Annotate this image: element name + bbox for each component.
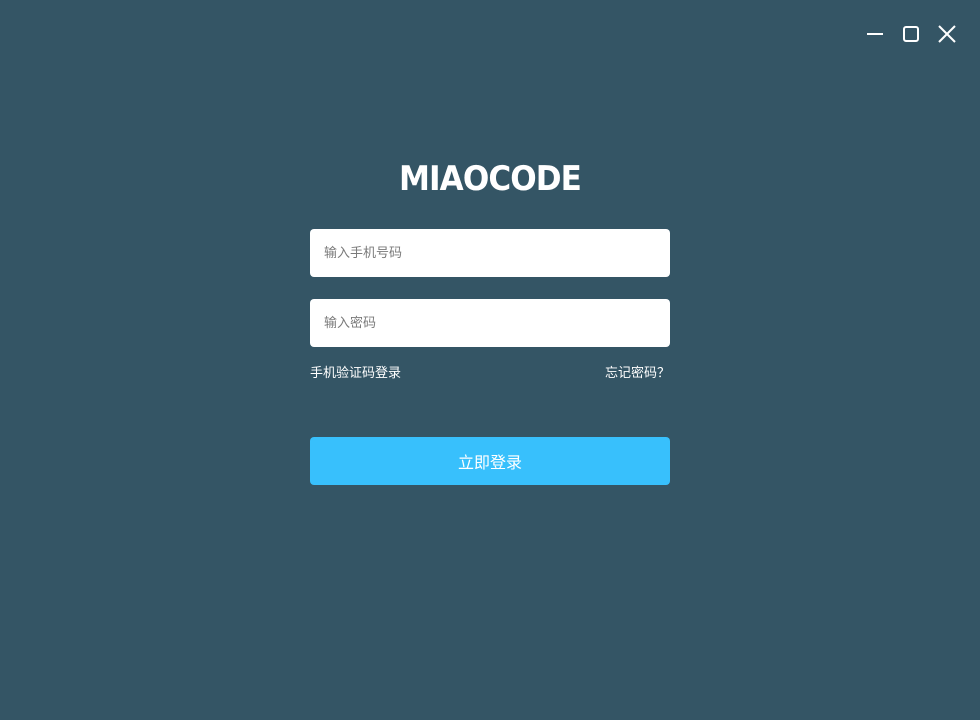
- app-logo: MIAOCODE: [399, 159, 582, 196]
- login-button[interactable]: 立即登录: [310, 437, 670, 485]
- logo-text: MIAOCODE: [399, 159, 581, 196]
- minimize-button[interactable]: [864, 22, 886, 46]
- close-icon: [938, 25, 956, 43]
- phone-input[interactable]: [310, 229, 670, 277]
- forgot-password-link[interactable]: 忘记密码？: [605, 362, 670, 381]
- password-input[interactable]: [310, 299, 670, 347]
- minimize-icon: [867, 33, 883, 35]
- maximize-button[interactable]: [900, 22, 922, 46]
- sms-login-link[interactable]: 手机验证码登录: [310, 362, 401, 381]
- maximize-icon: [903, 26, 919, 42]
- close-button[interactable]: [936, 22, 958, 46]
- window-controls: [864, 22, 958, 46]
